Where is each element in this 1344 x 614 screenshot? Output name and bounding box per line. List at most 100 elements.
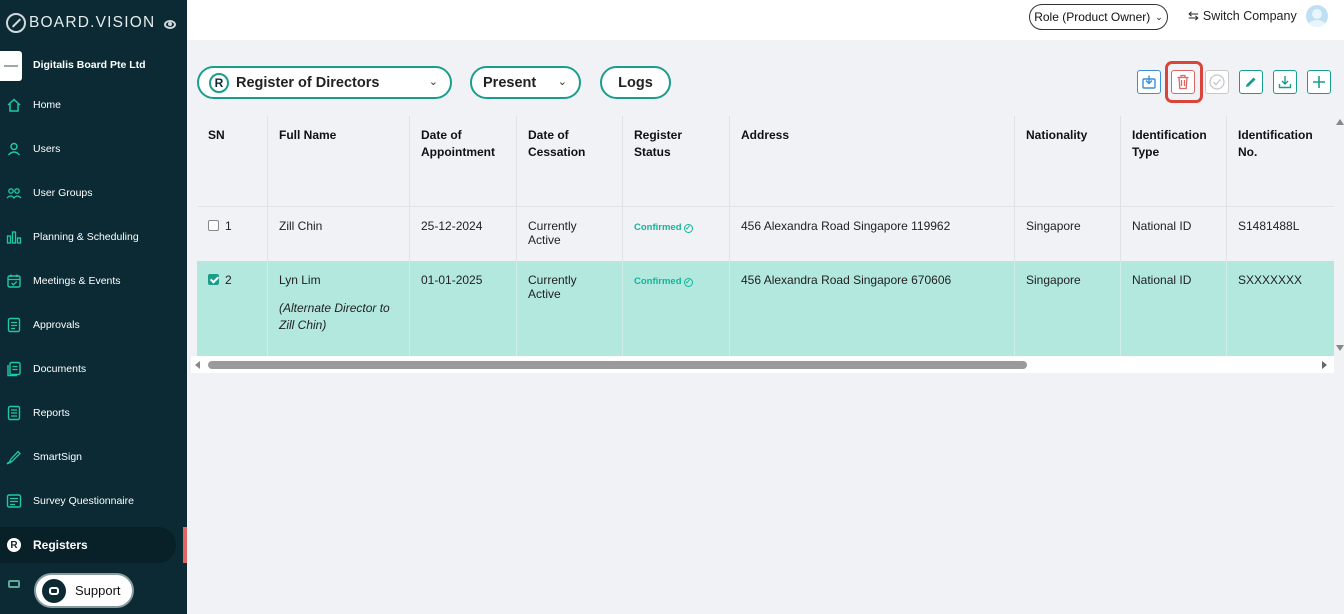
download-button[interactable] bbox=[1273, 70, 1297, 94]
alternate-director-note: (Alternate Director to Zill Chin) bbox=[279, 301, 390, 332]
sidebar-item-planning[interactable]: Planning & Scheduling bbox=[0, 219, 187, 255]
report-icon bbox=[6, 405, 22, 421]
active-indicator bbox=[183, 527, 187, 563]
brand-logo[interactable]: BOARD.VISION bbox=[6, 13, 155, 33]
status-cell: Confirmed ✓ bbox=[623, 207, 730, 261]
sidebar-item-reports[interactable]: Reports bbox=[0, 395, 187, 431]
sidebar-item-home[interactable]: Home bbox=[0, 87, 187, 123]
row-checkbox[interactable] bbox=[208, 220, 219, 232]
sidebar-item-smartsign[interactable]: SmartSign bbox=[0, 439, 187, 475]
brand-name: BOARD.VISION bbox=[29, 14, 156, 31]
register-badge: R bbox=[7, 538, 21, 552]
row-checkbox[interactable] bbox=[208, 274, 219, 286]
cessation-date-cell: Currently Active bbox=[517, 207, 623, 261]
name-cell: Lyn Lim (Alternate Director to Zill Chin… bbox=[268, 261, 410, 356]
role-dropdown[interactable]: Role (Product Owner) ⌄ bbox=[1029, 4, 1168, 30]
avatar[interactable] bbox=[1306, 5, 1328, 27]
delete-button[interactable] bbox=[1171, 70, 1195, 94]
company-logo bbox=[0, 51, 22, 81]
row-number: 1 bbox=[225, 219, 232, 233]
sidebar-item-label: Documents bbox=[33, 363, 87, 375]
status-badge: Confirmed ✓ bbox=[634, 222, 693, 233]
header-sn[interactable]: SN bbox=[197, 116, 268, 206]
sidebar-item-label: Home bbox=[33, 99, 62, 111]
brand-mark-icon bbox=[6, 13, 26, 33]
name-cell: Zill Chin bbox=[268, 207, 410, 261]
role-label: Role (Product Owner) bbox=[1034, 10, 1151, 24]
logs-label: Logs bbox=[618, 74, 653, 91]
header-register-status[interactable]: Register Status bbox=[623, 116, 730, 206]
edit-button[interactable] bbox=[1239, 70, 1263, 94]
logs-button[interactable]: Logs bbox=[600, 66, 671, 99]
sn-cell: 2 bbox=[197, 261, 268, 356]
header-identification-no[interactable]: Identification No. bbox=[1227, 116, 1334, 206]
status-badge: Confirmed ✓ bbox=[634, 276, 693, 287]
table-row[interactable]: 1 Zill Chin 25-12-2024 Currently Active … bbox=[197, 206, 1334, 261]
sidebar-item-label: SmartSign bbox=[33, 451, 83, 463]
appointment-date-cell: 01-01-2025 bbox=[410, 261, 517, 356]
period-dropdown[interactable]: Present ⌄ bbox=[470, 66, 581, 99]
scroll-down-arrow[interactable] bbox=[1336, 345, 1344, 351]
sidebar-item-users[interactable]: Users bbox=[0, 131, 187, 167]
horizontal-scrollbar[interactable] bbox=[191, 356, 1334, 373]
scroll-up-arrow[interactable] bbox=[1336, 119, 1344, 125]
sidebar-item-label: Planning & Scheduling bbox=[33, 231, 139, 243]
scrollbar-thumb[interactable] bbox=[208, 361, 1027, 369]
approval-icon bbox=[6, 317, 22, 333]
sidebar-item-label: Registers bbox=[33, 538, 88, 552]
active-item-highlight bbox=[0, 527, 176, 563]
check-circle-icon: ✓ bbox=[683, 224, 693, 233]
header-identification-type[interactable]: Identification Type bbox=[1121, 116, 1227, 206]
chevron-down-icon: ⌄ bbox=[557, 76, 567, 88]
user-icon bbox=[6, 141, 22, 157]
pencil-icon bbox=[1246, 77, 1256, 87]
support-button[interactable]: Support bbox=[34, 573, 134, 608]
download-icon bbox=[1278, 76, 1292, 89]
check-circle-icon: ✓ bbox=[683, 278, 693, 287]
check-circle-icon bbox=[1209, 74, 1225, 90]
address-cell: 456 Alexandra Road Singapore 670606 bbox=[730, 261, 1015, 356]
company-selector[interactable]: Digitalis Board Pte Ltd bbox=[0, 51, 146, 81]
calendar-icon bbox=[6, 273, 22, 289]
sidebar-item-user-groups[interactable]: User Groups bbox=[0, 175, 187, 211]
top-bar: Role (Product Owner) ⌄ ⇆ Switch Company bbox=[187, 0, 1344, 40]
header-full-name[interactable]: Full Name bbox=[268, 116, 410, 206]
sn-cell: 1 bbox=[197, 207, 268, 261]
document-icon bbox=[6, 361, 22, 377]
appointment-date-cell: 25-12-2024 bbox=[410, 207, 517, 261]
register-type-value: Register of Directors bbox=[236, 74, 380, 91]
import-button[interactable] bbox=[1137, 70, 1161, 94]
sidebar-item-survey[interactable]: Survey Questionnaire bbox=[0, 483, 187, 519]
director-name: Lyn Lim bbox=[279, 273, 321, 287]
header-date-of-appointment[interactable]: Date of Appointment bbox=[410, 116, 517, 206]
scroll-left-arrow[interactable] bbox=[195, 361, 200, 369]
confirm-button[interactable] bbox=[1205, 70, 1229, 94]
chat-icon bbox=[42, 578, 66, 603]
sidebar-item-documents[interactable]: Documents bbox=[0, 351, 187, 387]
register-type-dropdown[interactable]: R Register of Directors ⌄ bbox=[197, 66, 452, 99]
sidebar-item-approvals[interactable]: Approvals bbox=[0, 307, 187, 343]
table-row-selected[interactable]: 2 Lyn Lim (Alternate Director to Zill Ch… bbox=[197, 261, 1334, 356]
address-cell: 456 Alexandra Road Singapore 119962 bbox=[730, 207, 1015, 261]
header-date-of-cessation[interactable]: Date of Cessation bbox=[517, 116, 623, 206]
add-button[interactable] bbox=[1307, 70, 1331, 94]
switch-company-label: Switch Company bbox=[1202, 9, 1297, 23]
sidebar-item-label: Users bbox=[33, 143, 61, 155]
chart-icon bbox=[6, 229, 22, 245]
sidebar-item-meetings[interactable]: Meetings & Events bbox=[0, 263, 187, 299]
directors-table: SN Full Name Date of Appointment Date of… bbox=[197, 116, 1334, 356]
swap-icon: ⇆ bbox=[1188, 8, 1199, 23]
support-label: Support bbox=[75, 583, 121, 598]
switch-company-button[interactable]: ⇆ Switch Company bbox=[1188, 8, 1297, 24]
chevron-down-icon: ⌄ bbox=[428, 76, 438, 88]
plus-icon bbox=[1313, 76, 1325, 88]
sidebar-toggle-icon[interactable] bbox=[164, 20, 176, 29]
header-nationality[interactable]: Nationality bbox=[1015, 116, 1121, 206]
header-address[interactable]: Address bbox=[730, 116, 1015, 206]
cessation-date-cell: Currently Active bbox=[517, 261, 623, 356]
period-value: Present bbox=[483, 74, 537, 91]
sidebar-item-label: Meetings & Events bbox=[33, 275, 121, 287]
scroll-right-arrow[interactable] bbox=[1322, 361, 1327, 369]
company-name: Digitalis Board Pte Ltd bbox=[33, 59, 146, 71]
sidebar-item-registers[interactable]: R Registers bbox=[0, 527, 187, 563]
